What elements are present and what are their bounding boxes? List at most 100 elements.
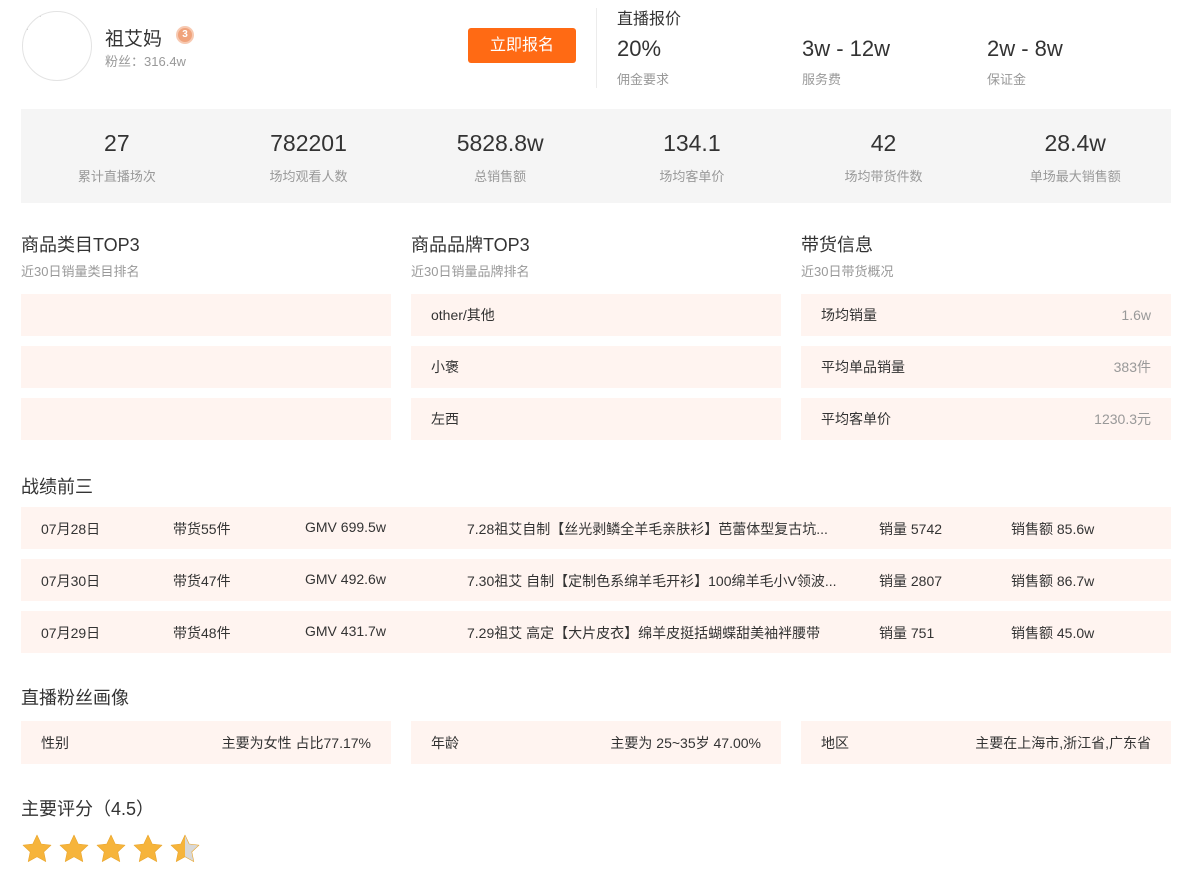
profile-header: 祖艾妈 3 粉丝：316.4w 立即报名 xyxy=(21,9,597,83)
avatar-placeholder-icon xyxy=(27,16,41,30)
record-volume: 销量 5742 xyxy=(879,521,943,537)
stat-value: 134.1 xyxy=(663,130,721,156)
pricing-title: 直播报价 xyxy=(617,11,682,28)
live-pricing: 直播报价 20% 佣金要求 3w - 12w 服务费 2w - 8w 保证金 xyxy=(617,0,1177,95)
stat-label: 场均客单价 xyxy=(659,169,725,184)
table-row[interactable]: 07月29日 带货48件 GMV 431.7w 7.29祖艾 高定【大片皮衣】绵… xyxy=(21,611,1171,653)
portrait-label: 性别 xyxy=(41,734,69,751)
info-label: 平均单品销量 xyxy=(821,359,905,375)
stat-value: 27 xyxy=(104,130,130,156)
portrait-gender: 性别 主要为女性 占比77.17% xyxy=(21,721,391,764)
category-top3-title: 商品类目TOP3 xyxy=(21,235,140,255)
star-icon xyxy=(170,834,200,862)
star-shape xyxy=(59,834,89,862)
avatar[interactable] xyxy=(22,11,92,81)
star-icon xyxy=(96,834,126,862)
stat-label: 单场最大销售额 xyxy=(1029,169,1121,184)
service-fee-value: 3w - 12w xyxy=(802,36,891,61)
list-item: 左西 xyxy=(411,398,781,440)
list-item xyxy=(21,294,391,336)
star-icon xyxy=(59,834,89,862)
record-date: 07月28日 xyxy=(41,521,101,537)
level-badge-icon: 3 xyxy=(176,26,194,44)
portrait-value: 主要为女性 占比77.17% xyxy=(221,734,371,751)
stat-value: 28.4w xyxy=(1044,130,1106,156)
info-value: 1230.3元 xyxy=(1094,411,1151,427)
stat-label: 场均观看人数 xyxy=(269,169,348,184)
list-item: 小褒 xyxy=(411,346,781,388)
record-session-title: 7.28祖艾自制【丝光剥鳞全羊毛亲肤衫】芭蕾体型复古坑... xyxy=(467,521,828,537)
brand-top3-title: 商品品牌TOP3 xyxy=(411,235,530,255)
service-fee-item: 3w - 12w 服务费 xyxy=(802,36,890,88)
fans-count: 粉丝：316.4w xyxy=(105,51,186,70)
commission-label: 佣金要求 xyxy=(617,72,670,87)
category-top3-section: 商品类目TOP3 近30日销量类目排名 xyxy=(21,232,391,450)
stat-total-sessions: 27 累计直播场次 xyxy=(21,109,213,203)
rating-stars xyxy=(21,833,206,865)
stat-avg-order-price: 134.1 场均客单价 xyxy=(596,109,788,203)
record-session-title: 7.30祖艾 自制【定制色系绵羊毛开衫】100绵羊毛小V领波... xyxy=(467,573,837,589)
stat-label: 累计直播场次 xyxy=(77,169,156,184)
record-title: 战绩前三 xyxy=(21,477,93,497)
deposit-value: 2w - 8w xyxy=(987,36,1063,61)
portrait-label: 年龄 xyxy=(431,734,459,751)
brand-name: 左西 xyxy=(431,411,459,427)
service-fee-label: 服务费 xyxy=(802,72,842,87)
stat-value: 782201 xyxy=(270,130,347,156)
star-shape xyxy=(170,834,200,862)
stat-avg-viewers: 782201 场均观看人数 xyxy=(213,109,405,203)
star-shape xyxy=(22,834,52,862)
record-gmv: GMV 431.7w xyxy=(305,623,386,639)
list-item: 平均单品销量 383件 xyxy=(801,346,1171,388)
info-label: 平均客单价 xyxy=(821,411,891,427)
signup-button[interactable]: 立即报名 xyxy=(468,28,576,63)
record-volume: 销量 2807 xyxy=(879,573,943,589)
record-date: 07月30日 xyxy=(41,573,101,589)
sales-info-title: 带货信息 xyxy=(801,235,873,255)
record-items: 带货47件 xyxy=(173,573,231,589)
stats-bar: 27 累计直播场次 782201 场均观看人数 5828.8w 总销售额 134… xyxy=(21,109,1171,203)
record-sales: 销售额 86.7w xyxy=(1011,573,1095,589)
record-sales: 销售额 85.6w xyxy=(1011,521,1095,537)
category-top3-subtitle: 近30日销量类目排名 xyxy=(21,264,140,279)
list-item xyxy=(21,398,391,440)
brand-name: other/其他 xyxy=(431,307,495,323)
stat-label: 场均带货件数 xyxy=(844,169,923,184)
record-gmv: GMV 492.6w xyxy=(305,571,386,587)
info-value: 383件 xyxy=(1113,359,1151,375)
brand-name: 小褒 xyxy=(431,359,459,375)
record-gmv: GMV 699.5w xyxy=(305,519,386,535)
commission-value: 20% xyxy=(617,36,662,61)
stat-max-session-sales: 28.4w 单场最大销售额 xyxy=(979,109,1171,203)
brand-top3-subtitle: 近30日销量品牌排名 xyxy=(411,264,530,279)
streamer-name: 祖艾妈 xyxy=(105,29,163,50)
list-item: 场均销量 1.6w xyxy=(801,294,1171,336)
star-shape xyxy=(133,834,163,862)
star-shape xyxy=(96,834,126,862)
list-item xyxy=(21,346,391,388)
record-session-title: 7.29祖艾 高定【大片皮衣】绵羊皮挺括蝴蝶甜美袖袢腰带 xyxy=(467,625,821,641)
list-item: other/其他 xyxy=(411,294,781,336)
record-volume: 销量 751 xyxy=(879,625,935,641)
deposit-label: 保证金 xyxy=(987,72,1027,87)
list-item: 平均客单价 1230.3元 xyxy=(801,398,1171,440)
portrait-value: 主要在上海市,浙江省,广东省 xyxy=(975,734,1151,751)
fans-value: 316.4w xyxy=(144,54,186,69)
record-list: 07月28日 带货55件 GMV 699.5w 7.28祖艾自制【丝光剥鳞全羊毛… xyxy=(21,507,1171,663)
commission-item: 20% 佣金要求 xyxy=(617,36,669,88)
portrait-value: 主要为 25~35岁 47.00% xyxy=(610,734,761,751)
star-icon xyxy=(22,834,52,862)
portrait-age: 年龄 主要为 25~35岁 47.00% xyxy=(411,721,781,764)
table-row[interactable]: 07月30日 带货47件 GMV 492.6w 7.30祖艾 自制【定制色系绵羊… xyxy=(21,559,1171,601)
header-divider xyxy=(596,8,597,88)
table-row[interactable]: 07月28日 带货55件 GMV 699.5w 7.28祖艾自制【丝光剥鳞全羊毛… xyxy=(21,507,1171,549)
fans-label: 粉丝： xyxy=(105,54,145,69)
fans-portrait-title: 直播粉丝画像 xyxy=(21,688,129,708)
deposit-item: 2w - 8w 保证金 xyxy=(987,36,1063,88)
record-items: 带货55件 xyxy=(173,521,231,537)
sales-info-subtitle: 近30日带货概况 xyxy=(801,264,894,279)
stat-total-sales: 5828.8w 总销售额 xyxy=(404,109,596,203)
stat-value: 5828.8w xyxy=(456,130,544,156)
record-sales: 销售额 45.0w xyxy=(1011,625,1095,641)
portrait-label: 地区 xyxy=(821,734,849,751)
